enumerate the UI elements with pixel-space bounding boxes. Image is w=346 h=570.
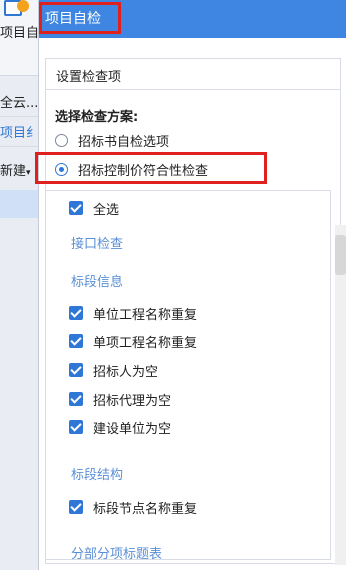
divider bbox=[0, 146, 38, 147]
check-item[interactable]: 招标人为空 bbox=[69, 359, 158, 381]
scheme-label: 选择检查方案: bbox=[55, 110, 139, 125]
project-check-dialog: 项目自检 设置检查项 选择检查方案: 招标书自检选项 招标控制价符合性检查 全选… bbox=[35, 0, 346, 570]
background-tree-item[interactable]: 项目纟 bbox=[0, 122, 38, 141]
background-new-menu[interactable]: 新建▾ bbox=[0, 160, 31, 179]
highlight-box bbox=[39, 2, 121, 34]
background-toolbar-label[interactable]: 项目自 bbox=[0, 22, 38, 41]
checkbox-checked-icon[interactable] bbox=[69, 500, 83, 514]
scrollbar-track[interactable] bbox=[335, 225, 346, 565]
checkbox-checked-icon[interactable] bbox=[69, 420, 83, 434]
check-item[interactable]: 招标代理为空 bbox=[69, 388, 171, 410]
category-sub-items-table[interactable]: 分部分项标题表 bbox=[71, 543, 162, 562]
category-section-info[interactable]: 标段信息 bbox=[71, 271, 123, 290]
check-item[interactable]: 建设单位为空 bbox=[69, 416, 171, 438]
scheme-option-label: 招标书自检选项 bbox=[78, 134, 170, 150]
check-item-label: 建设单位为空 bbox=[93, 421, 172, 437]
checkbox-checked-icon[interactable] bbox=[69, 392, 83, 406]
highlight-box bbox=[35, 152, 267, 184]
check-item-label: 招标代理为空 bbox=[93, 393, 172, 409]
project-check-icon[interactable] bbox=[4, 0, 29, 16]
checkbox-checked-icon[interactable] bbox=[69, 334, 83, 348]
select-all-label: 全选 bbox=[93, 202, 120, 218]
divider bbox=[0, 116, 38, 117]
scheme-option-1[interactable]: 招标书自检选项 bbox=[55, 129, 169, 151]
section-header: 设置检查项 bbox=[46, 59, 340, 90]
check-item-label: 招标人为空 bbox=[93, 364, 159, 380]
checkbox-checked-icon[interactable] bbox=[69, 363, 83, 377]
category-section-structure[interactable]: 标段结构 bbox=[71, 464, 123, 483]
check-item[interactable]: 单项工程名称重复 bbox=[69, 330, 197, 352]
select-all-checkbox[interactable]: 全选 bbox=[69, 197, 119, 219]
check-item[interactable]: 标段节点名称重复 bbox=[69, 496, 197, 518]
check-item-label: 标段节点名称重复 bbox=[93, 501, 198, 517]
scrollbar-thumb[interactable] bbox=[335, 235, 346, 275]
check-item[interactable]: 单位工程名称重复 bbox=[69, 302, 197, 324]
radio-button[interactable] bbox=[55, 133, 68, 147]
background-selected-row[interactable] bbox=[0, 190, 38, 218]
background-tree-item[interactable]: 全云... bbox=[0, 92, 38, 111]
section-header-label: 设置检查项 bbox=[56, 70, 122, 85]
checkbox-checked-icon[interactable] bbox=[69, 201, 83, 215]
check-item-label: 单项工程名称重复 bbox=[93, 335, 198, 351]
background-app-panel: 项目自 全云... 项目纟 新建▾ bbox=[0, 0, 38, 570]
check-item-label: 单位工程名称重复 bbox=[93, 307, 198, 323]
category-interface-check[interactable]: 接口检查 bbox=[71, 233, 123, 252]
checkbox-checked-icon[interactable] bbox=[69, 306, 83, 320]
